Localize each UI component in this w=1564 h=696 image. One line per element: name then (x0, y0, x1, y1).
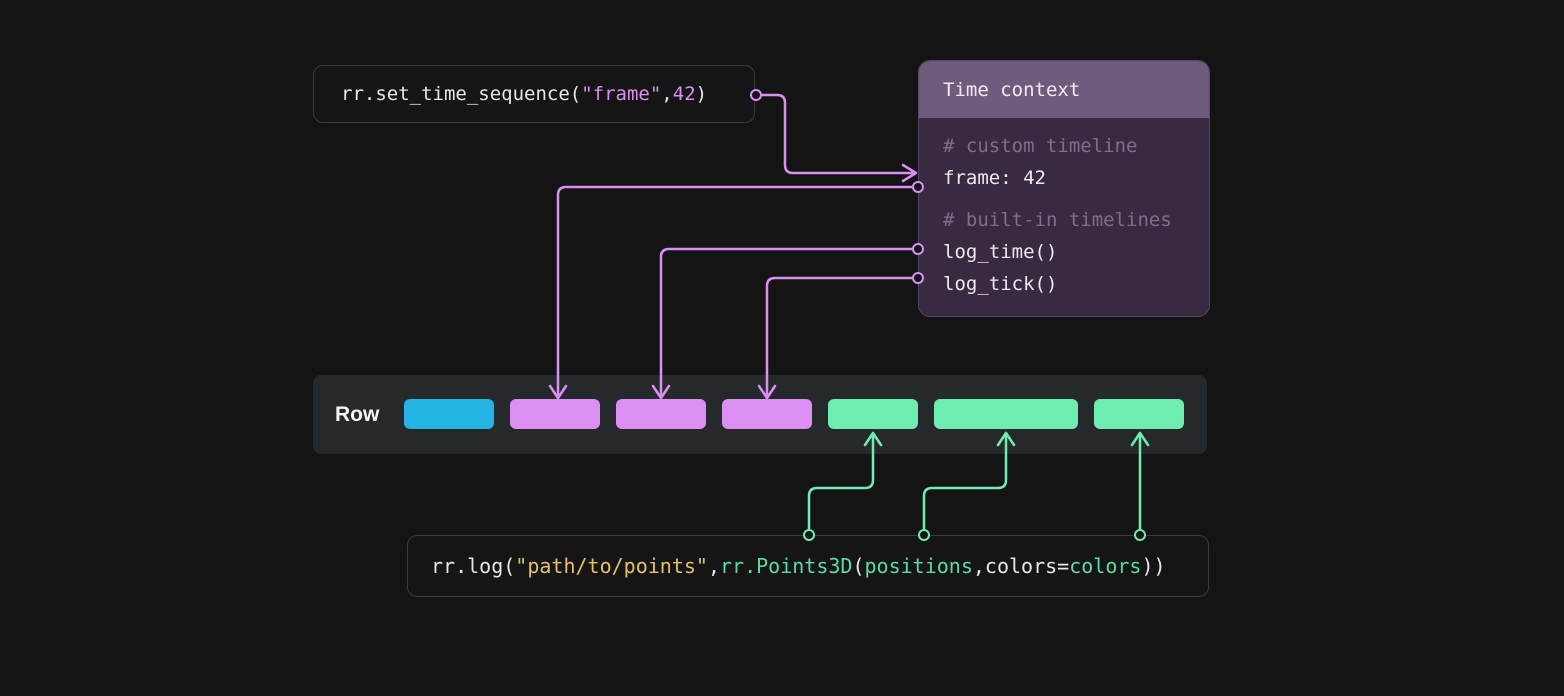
code-token: ( (852, 554, 864, 578)
row-cell-purple (616, 399, 706, 429)
code-token: colors= (985, 554, 1069, 578)
row-cell-green (828, 399, 918, 429)
code-token: , (973, 554, 985, 578)
log-code-box: rr.log("path/to/points", rr.Points3D(pos… (407, 535, 1209, 597)
custom-timeline-frame: frame: 42 (943, 162, 1209, 194)
set-time-sequence-code-box: rr.set_time_sequence("frame", 42) (313, 65, 755, 123)
row-cells (404, 399, 1184, 429)
connector-log-time-to-row (661, 249, 912, 394)
code-token-positions: positions (865, 554, 973, 578)
row-cell-purple (722, 399, 812, 429)
connector-frame-to-row (558, 187, 912, 394)
time-context-panel: Time context # custom timeline frame: 42… (918, 60, 1210, 317)
row-cell-green (1094, 399, 1184, 429)
code-token: rr.log( (431, 554, 515, 578)
time-context-panel-title: Time context (943, 79, 1080, 101)
code-token-colors-value: colors (1069, 554, 1141, 578)
code-token-path-string: "path/to/points" (515, 554, 708, 578)
builtin-timeline-log-tick: log_tick() (943, 268, 1209, 300)
row-cell-blue (404, 399, 494, 429)
code-token: )) (1141, 554, 1165, 578)
code-token: ) (696, 83, 707, 105)
time-context-panel-body: # custom timeline frame: 42 # built-in t… (919, 118, 1209, 317)
builtin-timeline-log-time: log_time() (943, 236, 1209, 268)
row-label: Row (335, 375, 379, 454)
code-token: , (661, 83, 672, 105)
row-cell-purple (510, 399, 600, 429)
code-token-archetype: rr.Points3D (720, 554, 852, 578)
time-context-panel-header: Time context (919, 61, 1209, 118)
builtin-timelines-comment: # built-in timelines (943, 204, 1209, 236)
code-token-number: 42 (673, 83, 696, 105)
code-token: , (708, 554, 720, 578)
row-bar: Row (313, 375, 1207, 454)
code-token-string: "frame" (581, 83, 661, 105)
connector-set-time-to-frame (762, 95, 912, 173)
custom-timeline-comment: # custom timeline (943, 130, 1209, 162)
code-token: rr.set_time_sequence( (341, 83, 581, 105)
arrowhead-right-icon (903, 165, 916, 181)
row-cell-green (934, 399, 1078, 429)
